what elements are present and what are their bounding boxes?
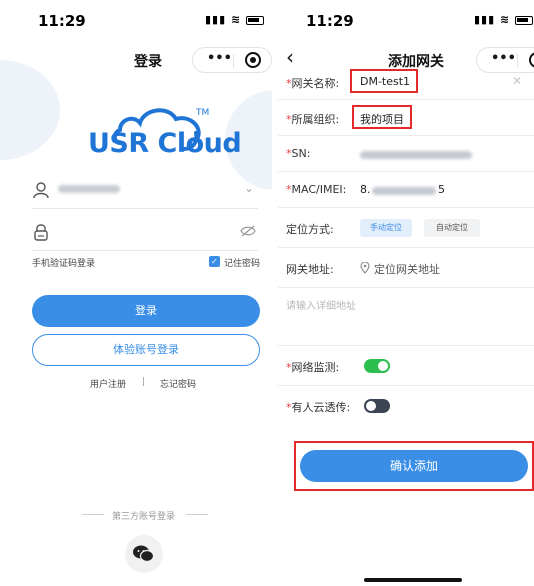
forgot-password-link[interactable]: 忘记密码 — [160, 377, 196, 390]
target-icon[interactable] — [245, 52, 261, 68]
checkbox-icon[interactable]: ✓ — [209, 256, 220, 267]
network-monitor-label: *网络监测: — [286, 359, 339, 375]
mac-label: *MAC/IMEI: — [286, 183, 346, 196]
mac-value-redacted — [372, 187, 436, 195]
sms-login-link[interactable]: 手机验证码登录 — [32, 256, 95, 269]
battery-icon — [515, 15, 534, 25]
transparent-toggle[interactable] — [364, 399, 390, 413]
mac-label-text: MAC/IMEI: — [291, 183, 347, 196]
eye-off-icon[interactable] — [240, 225, 256, 237]
capsule-divider — [233, 54, 234, 68]
sn-label-text: SN: — [291, 147, 311, 160]
password-field[interactable] — [32, 215, 258, 251]
remember-password-label[interactable]: 记住密码 — [224, 256, 260, 269]
wifi-icon: ≋ — [231, 13, 242, 26]
login-button[interactable]: 登录 — [32, 295, 260, 327]
wifi-icon: ≋ — [500, 13, 511, 26]
organization-select[interactable]: 我的项目 — [360, 111, 404, 127]
wechat-icon — [133, 545, 155, 563]
network-monitor-row: *网络监测: — [278, 346, 534, 386]
gateway-name-label-text: 网关名称: — [291, 77, 340, 90]
account-value-redacted — [58, 185, 120, 193]
confirm-add-button[interactable]: 确认添加 — [300, 450, 528, 482]
status-bar: 11:29 ▮▮▮ ≋ — [0, 0, 272, 40]
signal-icon: ▮▮▮ — [474, 13, 496, 26]
user-icon — [33, 182, 49, 199]
sn-value-redacted[interactable] — [360, 151, 472, 159]
address-label: 网关地址: — [286, 263, 334, 276]
status-time: 11:29 — [306, 12, 354, 30]
status-time: 11:29 — [38, 12, 86, 30]
location-method-row: 定位方式: 手动定位 自动定位 — [278, 208, 534, 248]
divider-line — [82, 514, 104, 515]
gateway-name-input[interactable]: DM-test1 — [360, 75, 410, 88]
gateway-name-row[interactable]: *网关名称: DM-test1 ✕ — [278, 64, 534, 100]
mac-value-suffix: 5 — [438, 183, 445, 196]
locate-address-button[interactable]: 定位网关地址 — [374, 261, 440, 277]
address-row: 网关地址: 定位网关地址 — [278, 248, 534, 288]
address-detail-input[interactable]: 请输入详细地址 — [286, 297, 356, 312]
gateway-name-label: *网关名称: — [286, 75, 339, 91]
manual-location-button[interactable]: 手动定位 — [360, 219, 412, 237]
link-divider: | — [142, 377, 146, 387]
divider-line — [186, 514, 208, 515]
trial-login-button[interactable]: 体验账号登录 — [32, 334, 260, 366]
chevron-down-icon[interactable]: ⌄ — [244, 181, 254, 195]
status-icons: ▮▮▮ ≋ — [205, 13, 265, 26]
organization-row[interactable]: *所属组织: 我的项目 — [278, 100, 534, 136]
decorative-blob — [0, 60, 60, 160]
trademark: TM — [196, 108, 210, 118]
login-screen: 11:29 ▮▮▮ ≋ 登录 ••• TM USR Cloud ⌄ 手机验证码登… — [0, 0, 272, 586]
sn-row[interactable]: *SN: — [278, 136, 534, 172]
lock-icon — [34, 224, 48, 241]
sn-label: *SN: — [286, 147, 310, 160]
signal-icon: ▮▮▮ — [205, 13, 227, 26]
organization-label: *所属组织: — [286, 111, 339, 127]
network-monitor-toggle[interactable] — [364, 359, 390, 373]
mac-row[interactable]: *MAC/IMEI: 8. 5 — [278, 172, 534, 208]
auto-location-button[interactable]: 自动定位 — [424, 219, 480, 237]
mac-value-prefix[interactable]: 8. — [360, 183, 371, 196]
location-method-label: 定位方式: — [286, 223, 334, 236]
more-icon[interactable]: ••• — [207, 51, 232, 66]
register-link[interactable]: 用户注册 — [90, 377, 126, 390]
battery-icon — [246, 15, 265, 25]
page-title: 登录 — [134, 54, 162, 70]
transparent-label: *有人云透传: — [286, 399, 350, 415]
add-gateway-screen: 11:29 ▮▮▮ ≋ ‹ 添加网关 ••• *网关名称: DM-test1 ✕… — [278, 0, 534, 586]
miniprogram-capsule[interactable]: ••• — [192, 47, 272, 73]
account-field[interactable]: ⌄ — [32, 173, 258, 209]
logo-text: USR Cloud — [88, 128, 242, 159]
toggle-knob — [378, 361, 388, 371]
network-monitor-label-text: 网络监测: — [291, 361, 340, 374]
transparent-row: *有人云透传: — [278, 386, 534, 426]
third-party-label: 第三方账号登录 — [112, 512, 176, 522]
wechat-login-button[interactable] — [125, 535, 163, 573]
status-icons: ▮▮▮ ≋ — [474, 13, 534, 26]
organization-label-text: 所属组织: — [291, 113, 340, 126]
pin-icon — [360, 262, 370, 274]
status-bar: 11:29 ▮▮▮ ≋ — [278, 0, 534, 40]
toggle-knob — [366, 401, 376, 411]
transparent-label-text: 有人云透传: — [291, 401, 351, 414]
clear-icon[interactable]: ✕ — [512, 74, 522, 88]
home-indicator — [364, 578, 462, 582]
